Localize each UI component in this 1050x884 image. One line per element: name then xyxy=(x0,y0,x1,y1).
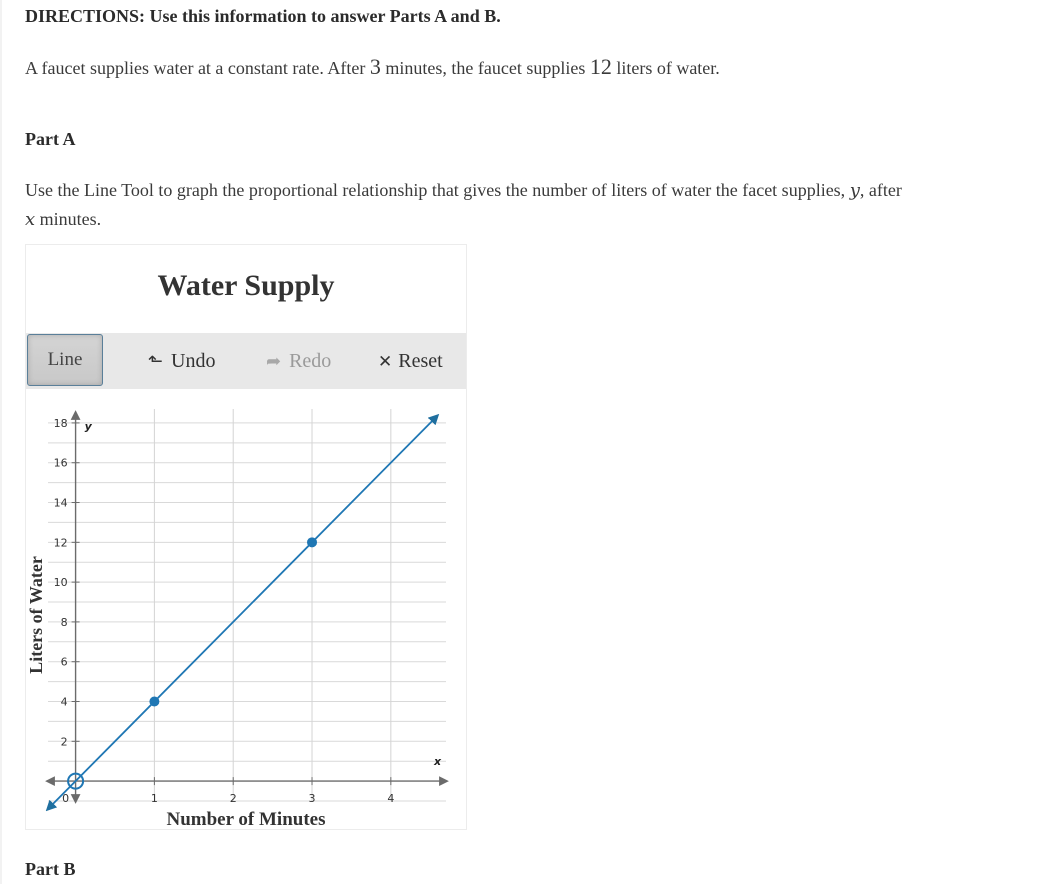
x-tick-label: 3 xyxy=(309,792,316,805)
graphed-line xyxy=(45,413,440,812)
x-axis-title: Number of Minutes xyxy=(166,809,325,829)
prompt-post: minutes. xyxy=(35,209,102,229)
x-tick-label: 4 xyxy=(387,792,394,805)
x-tick-label: 1 xyxy=(151,792,158,805)
prompt-pre: Use the Line Tool to graph the proportio… xyxy=(25,180,850,200)
intro-text-mid: minutes, the faucet supplies xyxy=(380,58,590,78)
part-a-heading: Part A xyxy=(25,129,76,149)
y-tick-label: 14 xyxy=(54,497,68,510)
x-tick-label: 2 xyxy=(230,792,237,805)
line-point xyxy=(307,537,318,548)
variable-y: y xyxy=(849,180,860,201)
graphing-widget: Water Supply Line ⬑ Undo ➦ Redo ✕ Reset yx2… xyxy=(25,244,467,830)
liters-value: 12 xyxy=(589,54,612,79)
directions-heading: DIRECTIONS: Use this information to answ… xyxy=(25,6,501,26)
y-tick-label: 12 xyxy=(54,536,68,549)
problem-intro: A faucet supplies water at a constant ra… xyxy=(25,54,720,80)
line-point xyxy=(149,696,160,707)
y-tick-label: 10 xyxy=(54,576,68,589)
intro-text-pre: A faucet supplies water at a constant ra… xyxy=(25,58,370,78)
y-tick-label: 8 xyxy=(61,616,68,629)
y-axis-variable-label: y xyxy=(85,420,93,433)
part-b-heading: Part B xyxy=(25,859,76,879)
prompt-mid: , after xyxy=(859,180,902,200)
series xyxy=(45,413,440,812)
part-a-prompt: Use the Line Tool to graph the proportio… xyxy=(25,176,1030,234)
minutes-value: 3 xyxy=(369,54,381,79)
tick-labels: yx246810121416180 1 2 3 4 xyxy=(54,417,442,805)
intro-text-post: liters of water. xyxy=(611,58,720,78)
coordinate-plane[interactable]: yx246810121416180 1 2 3 4 Liters of Water Nu… xyxy=(26,245,466,829)
y-tick-label: 6 xyxy=(61,656,68,669)
x-axis-variable-label: x xyxy=(433,755,442,768)
y-axis-title: Liters of Water xyxy=(26,556,46,674)
y-tick-label: 2 xyxy=(61,735,68,748)
y-tick-label: 18 xyxy=(54,417,68,430)
left-border xyxy=(0,0,2,884)
y-tick-label: 4 xyxy=(61,696,68,709)
y-tick-label: 16 xyxy=(54,457,68,470)
variable-x: x xyxy=(25,209,36,230)
